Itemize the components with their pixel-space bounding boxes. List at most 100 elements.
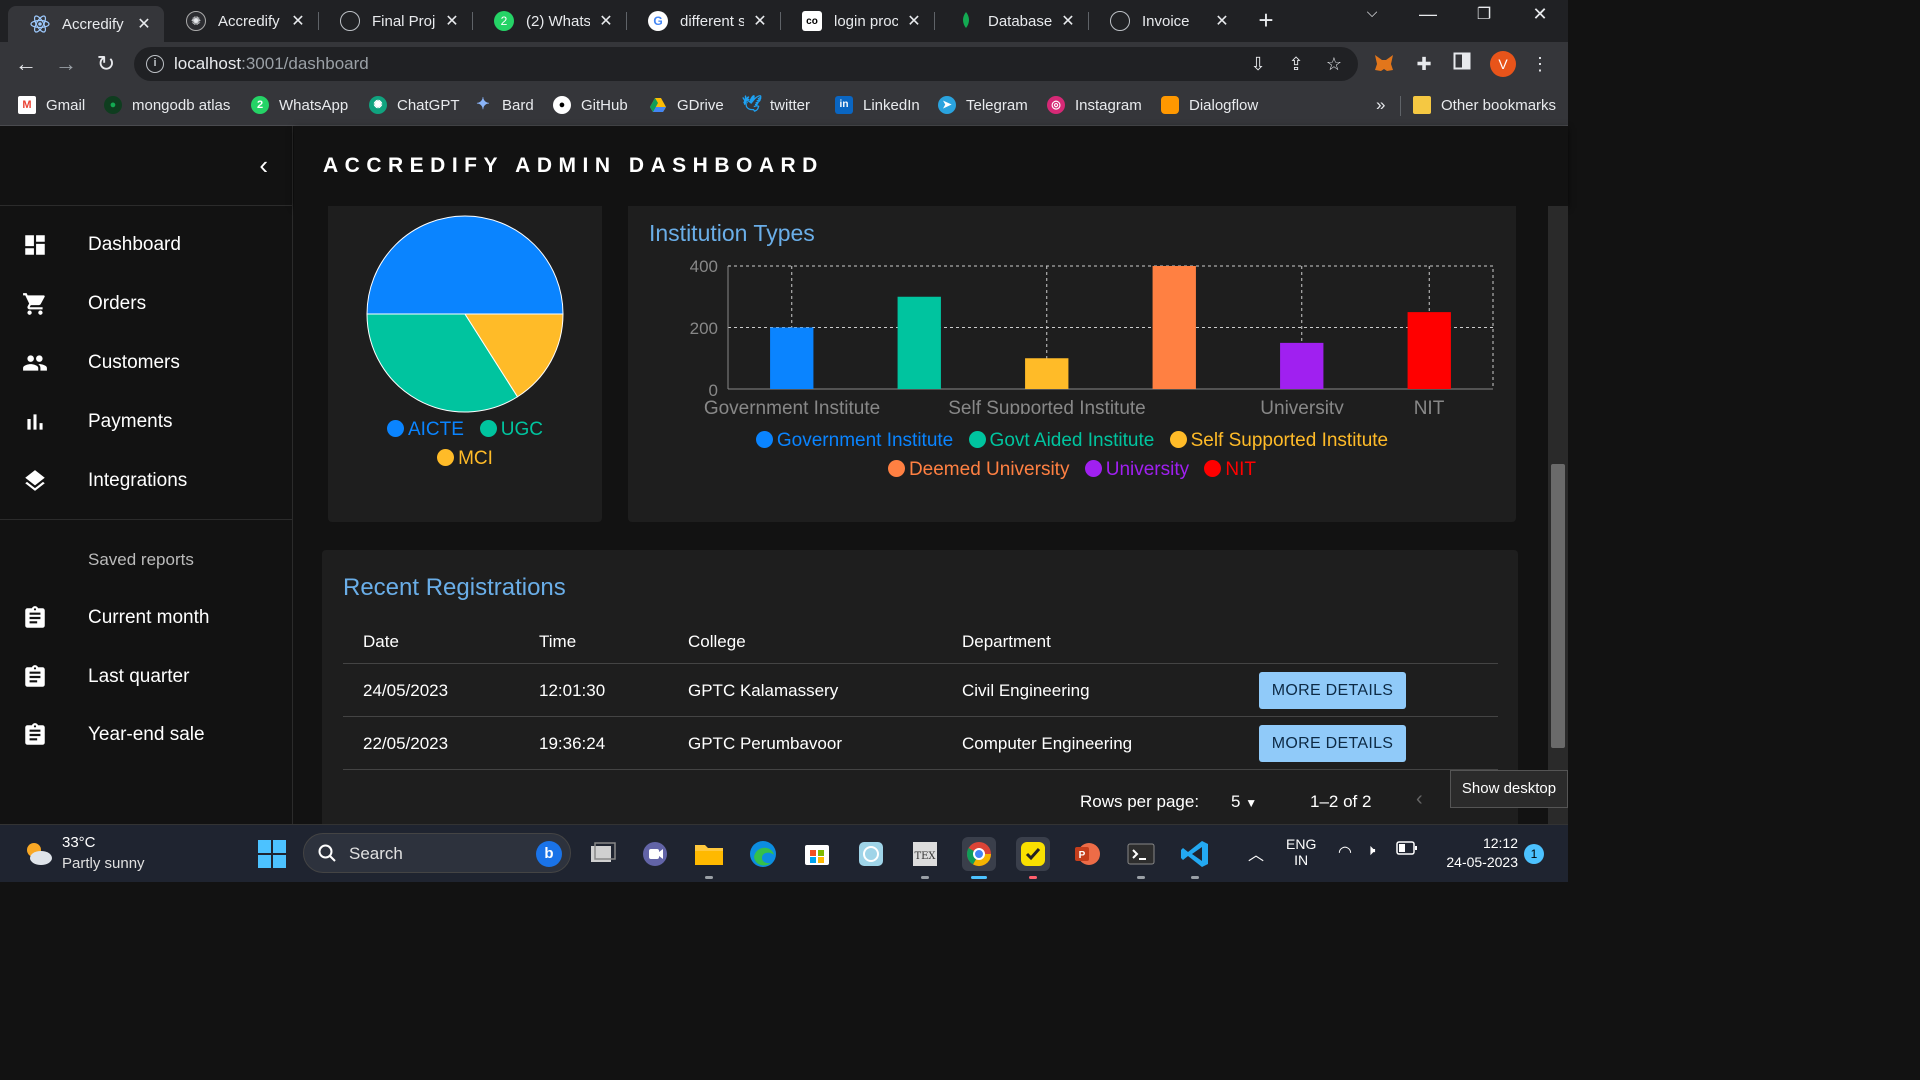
legend-item-university[interactable]: University	[1084, 459, 1189, 480]
bookmark-github[interactable]: ● GitHub	[553, 94, 628, 116]
bookmark-chatgpt[interactable]: ✺ ChatGPT	[369, 94, 460, 116]
bookmark-gdrive[interactable]: GDrive	[649, 94, 724, 116]
bookmark-star-icon[interactable]: ☆	[1322, 52, 1346, 76]
bookmark-telegram[interactable]: ➤ Telegram	[938, 94, 1028, 116]
metamask-icon[interactable]	[1372, 52, 1396, 76]
minimize-button[interactable]: —	[1408, 4, 1448, 25]
edge-icon[interactable]	[746, 837, 780, 871]
bookmark-mongodb-atlas[interactable]: ● mongodb atlas	[104, 94, 230, 116]
browser-tab[interactable]: co login proce ✕	[780, 4, 934, 38]
more-details-button[interactable]: MORE DETAILS	[1259, 725, 1406, 762]
legend-item-nit[interactable]: NIT	[1204, 459, 1256, 480]
close-icon[interactable]: ✕	[1058, 11, 1078, 31]
bookmark-dialogflow[interactable]: Dialogflow	[1161, 94, 1258, 116]
browser-tab[interactable]: Invoice ✕	[1088, 4, 1242, 38]
share-icon[interactable]: ⇪	[1284, 52, 1308, 76]
bar-university[interactable]	[1280, 342, 1324, 389]
sidebar-item-last-quarter[interactable]: Last quarter	[0, 648, 293, 706]
sidebar-item-payments[interactable]: Payments	[0, 393, 293, 451]
reload-button[interactable]: ↻	[92, 50, 120, 78]
browser-tab[interactable]: Final Projec ✕	[318, 4, 472, 38]
browser-tab[interactable]: G different sh ✕	[626, 4, 780, 38]
legend-item-aicte[interactable]: AICTE	[386, 419, 464, 440]
address-bar[interactable]: i localhost:3001/dashboard ⇩ ⇪ ☆	[134, 47, 1358, 81]
extensions-icon[interactable]: ✚	[1412, 52, 1436, 76]
bar-govt-aided-institute[interactable]	[897, 296, 941, 389]
side-panel-icon[interactable]	[1450, 52, 1474, 76]
column-header-department[interactable]: Department	[962, 632, 1051, 652]
sidebar-item-dashboard[interactable]: Dashboard	[0, 216, 293, 274]
chevron-left-icon[interactable]: ‹	[259, 150, 268, 181]
bookmark-gmail[interactable]: M Gmail	[18, 94, 85, 116]
bookmark-whatsapp[interactable]: 2 WhatsApp	[251, 94, 348, 116]
previous-page-icon[interactable]: ‹	[1416, 788, 1423, 811]
taskbar-search[interactable]: Search b	[303, 833, 571, 873]
legend-item-ugc[interactable]: UGC	[479, 419, 543, 440]
sidebar-item-customers[interactable]: Customers	[0, 334, 293, 392]
vscode-icon[interactable]	[1178, 837, 1212, 871]
back-button[interactable]: ←	[12, 50, 40, 78]
microsoft-store-icon[interactable]	[800, 837, 834, 871]
install-icon[interactable]: ⇩	[1246, 52, 1270, 76]
bookmark-other-bookmarks[interactable]: Other bookmarks	[1413, 94, 1556, 116]
scrollbar-thumb[interactable]	[1551, 464, 1565, 748]
column-header-date[interactable]: Date	[363, 632, 399, 652]
bar-government-institute[interactable]	[770, 327, 814, 390]
bar-nit[interactable]	[1407, 312, 1451, 389]
chevron-up-icon[interactable]: ︿	[1248, 841, 1264, 865]
file-explorer-icon[interactable]	[692, 837, 726, 871]
notification-badge[interactable]: 1	[1524, 844, 1544, 864]
bookmark-linkedin[interactable]: in LinkedIn	[835, 94, 920, 116]
bookmarks-overflow-button[interactable]: »	[1376, 94, 1385, 116]
close-icon[interactable]: ✕	[288, 11, 308, 31]
bar-deemed-university[interactable]	[1152, 266, 1196, 389]
more-details-button[interactable]: MORE DETAILS	[1259, 672, 1406, 709]
close-icon[interactable]: ✕	[750, 11, 770, 31]
page-scrollbar[interactable]	[1548, 206, 1568, 824]
new-tab-button[interactable]: +	[1252, 6, 1280, 34]
sidebar-item-year-end-sale[interactable]: Year-end sale	[0, 706, 293, 764]
teams-chat-icon[interactable]	[638, 837, 672, 871]
battery-icon[interactable]	[1396, 841, 1418, 858]
wifi-icon[interactable]: ◠	[1338, 842, 1352, 862]
task-view-icon[interactable]	[585, 837, 619, 871]
close-window-button[interactable]: ✕	[1520, 4, 1560, 25]
bar-self-supported-institute[interactable]	[1025, 358, 1069, 389]
legend-item-government-institute[interactable]: Government Institute	[755, 430, 953, 451]
info-icon[interactable]: i	[146, 55, 164, 73]
restore-button[interactable]: ❐	[1464, 4, 1504, 24]
browser-tab[interactable]: Database D ✕	[934, 4, 1088, 38]
legend-item-self-supported-institute[interactable]: Self Supported Institute	[1169, 430, 1388, 451]
close-icon[interactable]: ✕	[904, 11, 924, 31]
browser-tab[interactable]: ✺ Accredify ✕	[164, 4, 318, 38]
column-header-college[interactable]: College	[688, 632, 746, 652]
profile-avatar[interactable]: V	[1490, 51, 1516, 77]
rows-per-page-select[interactable]: 5 ▼	[1231, 792, 1257, 812]
browser-tab[interactable]: 2 (2) WhatsAp ✕	[472, 4, 626, 38]
texmaker-icon[interactable]: TEX	[908, 837, 942, 871]
bookmark-bard[interactable]: ✦ Bard	[474, 94, 533, 116]
terminal-icon[interactable]	[1124, 837, 1158, 871]
forward-button[interactable]: →	[52, 50, 80, 78]
close-icon[interactable]: ✕	[442, 11, 462, 31]
bookmark-twitter[interactable]: 🕊 twitter	[742, 94, 810, 116]
tab-search-icon[interactable]: ⌵	[1352, 4, 1392, 21]
close-icon[interactable]: ✕	[1212, 11, 1232, 31]
tasks-app-icon[interactable]	[1016, 837, 1050, 871]
clock[interactable]: 12:12 24-05-2023	[1438, 835, 1518, 870]
app-icon[interactable]	[854, 837, 888, 871]
legend-item-deemed-university[interactable]: Deemed University	[887, 459, 1069, 480]
powerpoint-icon[interactable]: P	[1070, 837, 1104, 871]
legend-item-govt-aided-institute[interactable]: Govt Aided Institute	[968, 430, 1154, 451]
url-text[interactable]: localhost:3001/dashboard	[174, 54, 369, 74]
chrome-icon[interactable]	[962, 837, 996, 871]
sidebar-item-integrations[interactable]: Integrations	[0, 452, 293, 510]
sidebar-item-current-month[interactable]: Current month	[0, 589, 293, 647]
bookmark-instagram[interactable]: ◎ Instagram	[1047, 94, 1142, 116]
start-button[interactable]	[255, 837, 289, 871]
legend-item-mci[interactable]: MCI	[437, 448, 493, 469]
close-icon[interactable]: ✕	[596, 11, 616, 31]
volume-muted-icon[interactable]: 🕨	[1366, 842, 1375, 859]
menu-icon[interactable]: ⋮	[1528, 52, 1552, 76]
browser-tab[interactable]: Accredify ✕	[8, 6, 164, 42]
